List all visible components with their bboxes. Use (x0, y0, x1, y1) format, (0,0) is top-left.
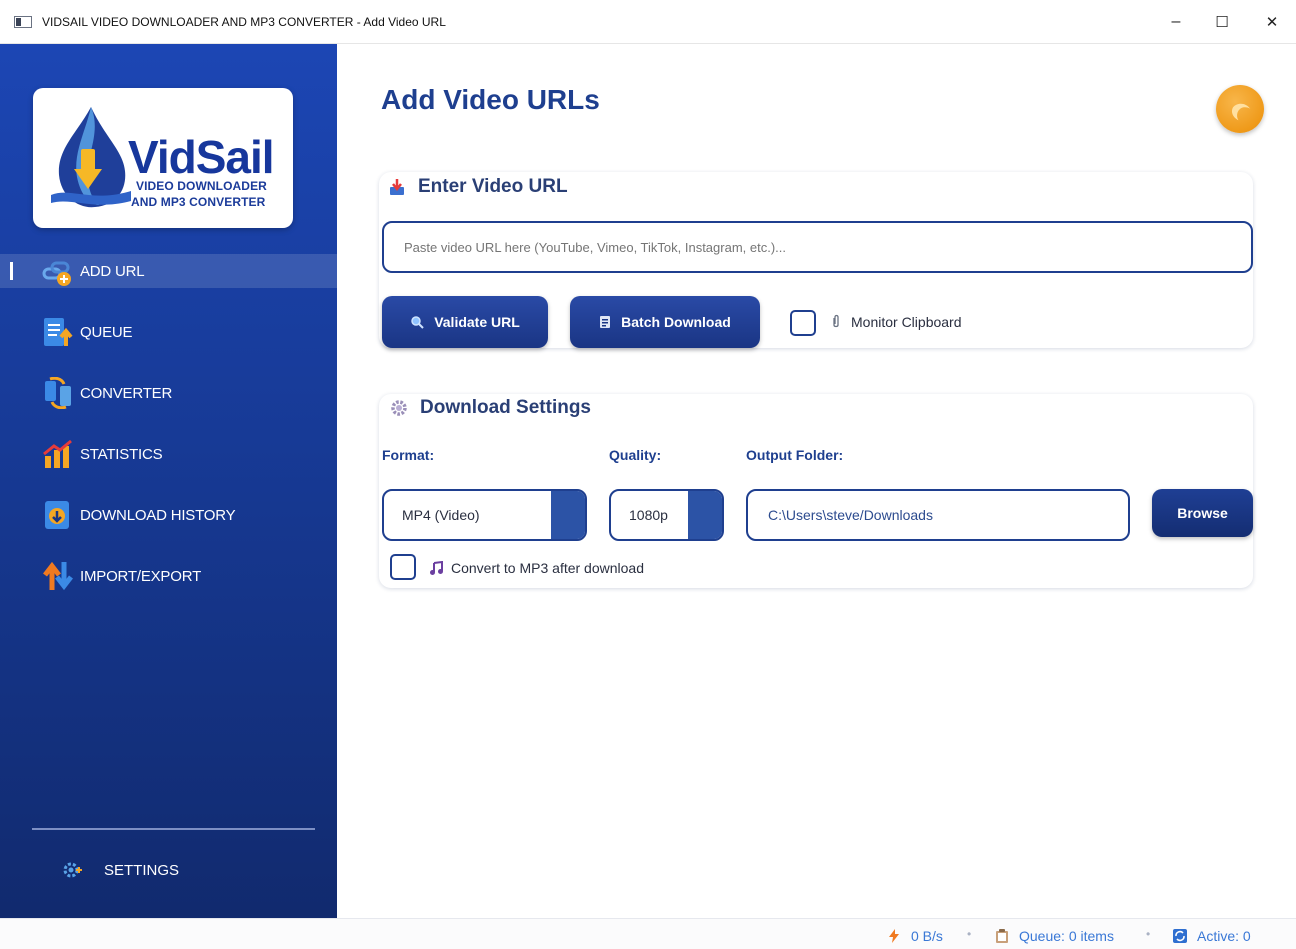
format-select-value: MP4 (Video) (402, 507, 480, 523)
active-value: Active: 0 (1197, 928, 1251, 944)
theme-toggle-button[interactable] (1216, 85, 1264, 133)
settings-label: SETTINGS (104, 861, 180, 879)
output-folder-input[interactable]: C:\Users\steve/Downloads (746, 489, 1130, 541)
sidebar-item-download-history[interactable]: DOWNLOAD HISTORY (0, 498, 337, 532)
dropdown-arrow-icon (688, 491, 722, 539)
converter-icon (45, 377, 71, 409)
vidsail-logo-icon (51, 107, 131, 208)
clipboard-list-icon (600, 316, 611, 328)
music-note-icon (430, 561, 443, 575)
status-bar: 0 B/s • Queue: 0 items • Active: 0 (0, 918, 1296, 949)
sync-icon (1173, 929, 1187, 943)
statistics-icon (43, 439, 72, 468)
format-select[interactable]: MP4 (Video) (382, 489, 587, 541)
download-settings-heading: Download Settings (390, 397, 591, 419)
speed-status: 0 B/s (889, 928, 943, 944)
download-arrow-icon (390, 179, 404, 195)
section-title: Enter Video URL (418, 176, 568, 197)
dropdown-arrow-icon (551, 491, 585, 539)
moon-icon (1232, 103, 1251, 121)
sidebar-item-import-export[interactable]: IMPORT/EXPORT (0, 559, 337, 593)
sidebar-item-label: STATISTICS (80, 445, 163, 463)
page-title: Add Video URLs (381, 84, 600, 115)
batch-download-label: Batch Download (621, 314, 731, 330)
sidebar-item-label: ADD URL (80, 262, 145, 280)
title-bar: VIDSAIL VIDEO DOWNLOADER AND MP3 CONVERT… (0, 0, 1296, 44)
status-separator: • (1146, 927, 1151, 941)
video-url-input[interactable] (382, 221, 1253, 273)
status-separator: • (967, 927, 972, 941)
format-label: Format: (382, 447, 435, 463)
sidebar-item-label: DOWNLOAD HISTORY (80, 506, 236, 524)
app-logo: VidSail VIDEO DOWNLOADER AND MP3 CONVERT… (33, 88, 293, 228)
queue-icon (44, 318, 73, 346)
convert-mp3-label: Convert to MP3 after download (451, 560, 644, 576)
sidebar-item-converter[interactable]: CONVERTER (0, 376, 337, 410)
validate-url-button[interactable]: Validate URL (382, 296, 548, 348)
quality-label: Quality: (609, 447, 662, 463)
convert-mp3-checkbox[interactable] (390, 554, 416, 580)
batch-download-button[interactable]: Batch Download (570, 296, 760, 348)
active-indicator (10, 262, 13, 280)
close-button[interactable]: ✕ (1248, 0, 1296, 44)
app-window-icon (14, 15, 32, 28)
minimize-button[interactable]: – (1152, 0, 1200, 44)
sidebar: VidSail VIDEO DOWNLOADER AND MP3 CONVERT… (0, 44, 337, 918)
section-title: Download Settings (420, 397, 591, 418)
sidebar-item-label: CONVERTER (80, 384, 173, 402)
maximize-button[interactable]: ☐ (1198, 0, 1246, 44)
sidebar-divider (32, 828, 315, 830)
clipboard-icon (996, 929, 1008, 943)
active-status: Active: 0 (1173, 928, 1251, 944)
monitor-clipboard-row: Monitor Clipboard (831, 314, 962, 330)
validate-url-label: Validate URL (434, 314, 520, 330)
sidebar-item-queue[interactable]: QUEUE (0, 315, 337, 349)
logo-tagline-1: VIDEO DOWNLOADER (136, 179, 267, 193)
queue-value: Queue: 0 items (1019, 928, 1114, 944)
sidebar-item-statistics[interactable]: STATISTICS (0, 437, 337, 471)
logo-tagline-2: AND MP3 CONVERTER (131, 195, 266, 209)
convert-mp3-row: Convert to MP3 after download (429, 560, 644, 576)
sidebar-item-label: QUEUE (80, 323, 133, 341)
monitor-clipboard-label: Monitor Clipboard (851, 314, 962, 330)
browse-button[interactable]: Browse (1152, 489, 1253, 537)
search-icon (411, 316, 424, 329)
sidebar-item-add-url[interactable]: ADD URL (0, 254, 337, 288)
import-export-icon (43, 561, 73, 591)
output-folder-label: Output Folder: (746, 447, 844, 463)
sidebar-item-settings[interactable]: SETTINGS (62, 858, 179, 882)
paperclip-icon (833, 314, 839, 328)
add-url-icon (42, 261, 71, 286)
queue-status: Queue: 0 items (995, 928, 1114, 944)
settings-gear-icon (391, 400, 407, 416)
settings-gear-icon (63, 862, 82, 878)
speed-value: 0 B/s (911, 928, 943, 944)
monitor-clipboard-checkbox[interactable] (790, 310, 816, 336)
window-title: VIDSAIL VIDEO DOWNLOADER AND MP3 CONVERT… (42, 14, 446, 29)
sidebar-item-label: IMPORT/EXPORT (80, 567, 202, 585)
quality-select[interactable]: 1080p (609, 489, 724, 541)
lightning-icon (889, 929, 899, 943)
quality-select-value: 1080p (629, 507, 668, 523)
download-history-icon (45, 501, 69, 529)
logo-wordmark: VidSail (128, 131, 275, 183)
url-section-heading: Enter Video URL (388, 176, 568, 198)
